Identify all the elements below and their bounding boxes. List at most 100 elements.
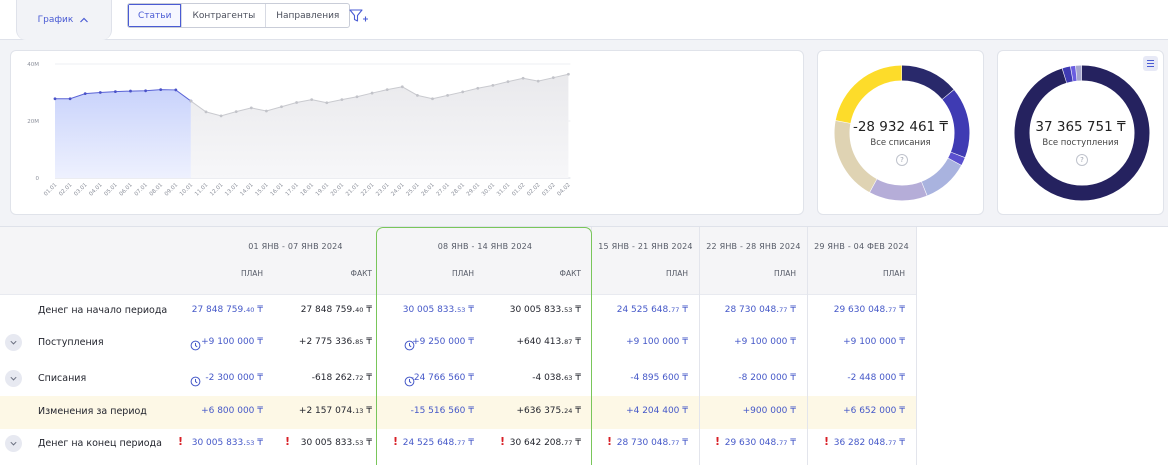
clock-icon	[190, 372, 201, 387]
table-cell[interactable]: +2 157 074.13 ₸	[262, 406, 372, 416]
income-total-value: 37 365 751 ₸	[1035, 119, 1126, 135]
data-point[interactable]	[400, 85, 404, 89]
chart-toggle-label: График	[37, 15, 74, 25]
data-point[interactable]	[234, 110, 238, 113]
x-tick-label: 08.01	[149, 182, 164, 197]
data-point[interactable]	[385, 88, 389, 92]
data-point[interactable]	[83, 92, 87, 96]
y-tick-label: 40M	[27, 62, 39, 68]
data-point[interactable]	[144, 89, 148, 93]
x-tick-label: 31.01	[496, 182, 511, 197]
data-point[interactable]	[446, 93, 449, 97]
data-point[interactable]	[159, 88, 163, 92]
segment-counterparties-label: Контрагенты	[192, 10, 256, 21]
data-point[interactable]	[280, 105, 283, 109]
segment-directions[interactable]: Направления	[266, 4, 349, 27]
data-point[interactable]	[416, 93, 419, 97]
x-tick-label: 28.01	[451, 182, 466, 197]
data-point[interactable]	[219, 114, 223, 118]
data-point[interactable]	[476, 86, 480, 90]
x-tick-label: 02.02	[526, 182, 541, 197]
segment-counterparties[interactable]: Контрагенты	[182, 4, 267, 27]
data-point[interactable]	[431, 97, 434, 101]
x-tick-label: 13.01	[224, 182, 239, 197]
expand-row-button[interactable]	[5, 334, 22, 351]
x-tick-label: 12.01	[209, 182, 224, 197]
table-cell[interactable]: -618 262.72 ₸	[262, 373, 372, 383]
help-icon[interactable]: ?	[896, 154, 908, 166]
data-point[interactable]	[340, 98, 344, 102]
x-tick-label: 09.01	[164, 182, 179, 197]
data-point[interactable]	[174, 88, 178, 92]
table-cell[interactable]: +6 800 000 ₸	[153, 406, 263, 416]
table-cell[interactable]: +4 204 400 ₸	[578, 406, 688, 416]
table-cell[interactable]: -2 300 000 ₸	[153, 373, 263, 383]
table-cell[interactable]: +9 100 000 ₸	[578, 337, 688, 347]
table-cell[interactable]: +9 100 000 ₸	[153, 337, 263, 347]
data-point[interactable]	[325, 101, 329, 105]
chevron-up-icon	[80, 17, 89, 23]
data-point[interactable]	[114, 90, 117, 94]
table-cell[interactable]: 29 630 048.77 ₸	[686, 438, 796, 448]
table-cell[interactable]: 36 282 048.77 ₸	[795, 438, 905, 448]
help-icon[interactable]: ?	[1076, 154, 1088, 166]
table-cell[interactable]: +9 100 000 ₸	[795, 337, 905, 347]
table-cell[interactable]: 29 630 048.77 ₸	[795, 305, 905, 315]
table-cell[interactable]: -8 200 000 ₸	[686, 373, 796, 383]
column-header: ПЛАН	[773, 269, 796, 278]
menu-icon[interactable]	[1143, 56, 1158, 71]
chevron-down-icon	[10, 376, 17, 381]
table-cell[interactable]: 28 730 048.77 ₸	[578, 438, 688, 448]
chevron-down-icon	[10, 441, 17, 446]
data-point[interactable]	[370, 91, 374, 95]
table-cell[interactable]: -2 448 000 ₸	[795, 373, 905, 383]
table-cell[interactable]: 24 525 648.77 ₸	[578, 305, 688, 315]
table-cell[interactable]: +6 652 000 ₸	[795, 406, 905, 416]
chart-toggle-tab[interactable]: График	[16, 0, 112, 40]
warning-icon: !	[824, 435, 830, 448]
data-point[interactable]	[68, 97, 72, 101]
data-point[interactable]	[204, 110, 208, 114]
column-divider	[916, 227, 917, 465]
x-tick-label: 01.01	[43, 182, 58, 197]
table-cell[interactable]: 27 848 759.40 ₸	[153, 305, 263, 315]
table-cell[interactable]: 28 730 048.77 ₸	[686, 305, 796, 315]
table-cell[interactable]: +900 000 ₸	[686, 406, 796, 416]
x-tick-label: 22.01	[360, 182, 375, 197]
data-point[interactable]	[355, 95, 359, 99]
table-cell[interactable]: 30 005 833.53 ₸	[153, 438, 263, 448]
table-cell[interactable]: 30 005 833.53 ₸	[262, 438, 372, 448]
data-point[interactable]	[567, 72, 570, 76]
x-tick-label: 15.01	[254, 182, 269, 197]
table-cell[interactable]: 27 848 759.40 ₸	[262, 305, 372, 315]
data-point[interactable]	[98, 91, 102, 94]
data-point[interactable]	[491, 83, 495, 87]
balance-line-chart: 40M 20M 001.01 02.01 03.01 04.01 05.01 06.01 07.…	[27, 62, 572, 198]
period-header: 22 ЯНВ - 28 ЯНВ 2024	[706, 242, 801, 251]
expand-row-button[interactable]	[5, 435, 22, 452]
data-point[interactable]	[265, 109, 268, 113]
y-tick-label: 0	[36, 176, 40, 182]
filter-add-icon[interactable]	[347, 6, 369, 26]
data-point[interactable]	[551, 76, 555, 80]
table-cell[interactable]: +2 775 336.85 ₸	[262, 337, 372, 347]
data-point[interactable]	[506, 80, 510, 84]
expand-row-button[interactable]	[5, 370, 22, 387]
data-point[interactable]	[461, 90, 465, 94]
period-header: 29 ЯНВ - 04 ФЕВ 2024	[814, 242, 909, 251]
y-tick-label: 20M	[27, 119, 39, 125]
data-point[interactable]	[536, 79, 540, 83]
data-point[interactable]	[310, 98, 314, 102]
help-icon-glyph: ?	[900, 156, 904, 164]
chevron-down-icon	[10, 340, 17, 345]
data-point[interactable]	[295, 101, 298, 104]
data-point[interactable]	[53, 97, 57, 101]
data-point[interactable]	[129, 89, 132, 93]
data-point[interactable]	[249, 106, 253, 110]
segment-articles[interactable]: Статьи	[128, 4, 183, 27]
data-point[interactable]	[521, 76, 525, 80]
help-icon-glyph: ?	[1080, 156, 1084, 164]
table-cell[interactable]: +9 100 000 ₸	[686, 337, 796, 347]
data-point[interactable]	[189, 99, 193, 103]
table-cell[interactable]: -4 895 600 ₸	[578, 373, 688, 383]
